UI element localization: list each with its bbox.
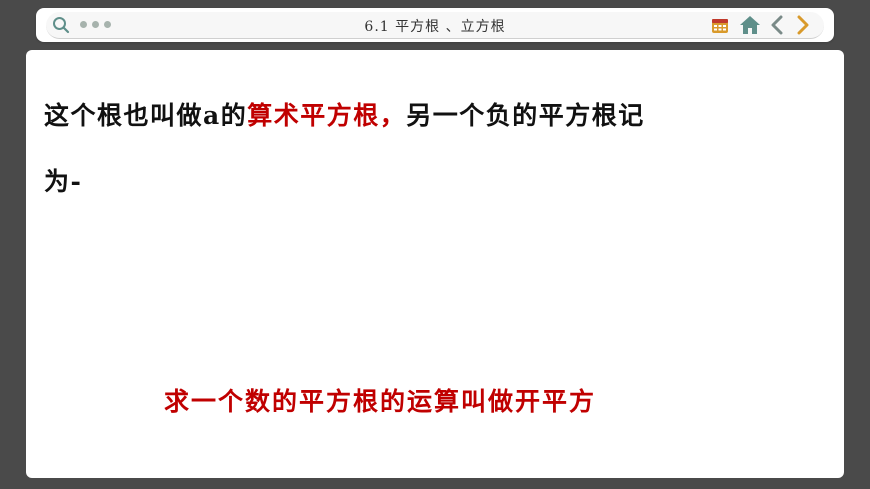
definition-suffix: 另一个负的平方根记: [406, 101, 645, 130]
chevron-right-icon[interactable]: [796, 15, 810, 35]
definition-prefix: 这个根也叫做a的: [44, 101, 248, 130]
calendar-icon[interactable]: [711, 17, 729, 34]
top-toolbar: 6.1 平方根 、立方根: [36, 8, 834, 42]
definition-line-2: 为-: [44, 167, 83, 196]
home-icon[interactable]: [739, 15, 761, 35]
term-highlight: 算术平方根，: [247, 101, 407, 130]
conclusion-text: 求一个数的平方根的运算叫做开平方: [164, 387, 597, 416]
page-title: 6.1 平方根 、立方根: [364, 19, 506, 35]
definition-line-1: 这个根也叫做a的算术平方根，另一个负的平方根记: [44, 96, 645, 132]
chevron-left-icon[interactable]: [770, 15, 784, 35]
toolbar-inner: 6.1 平方根 、立方根: [46, 12, 824, 39]
